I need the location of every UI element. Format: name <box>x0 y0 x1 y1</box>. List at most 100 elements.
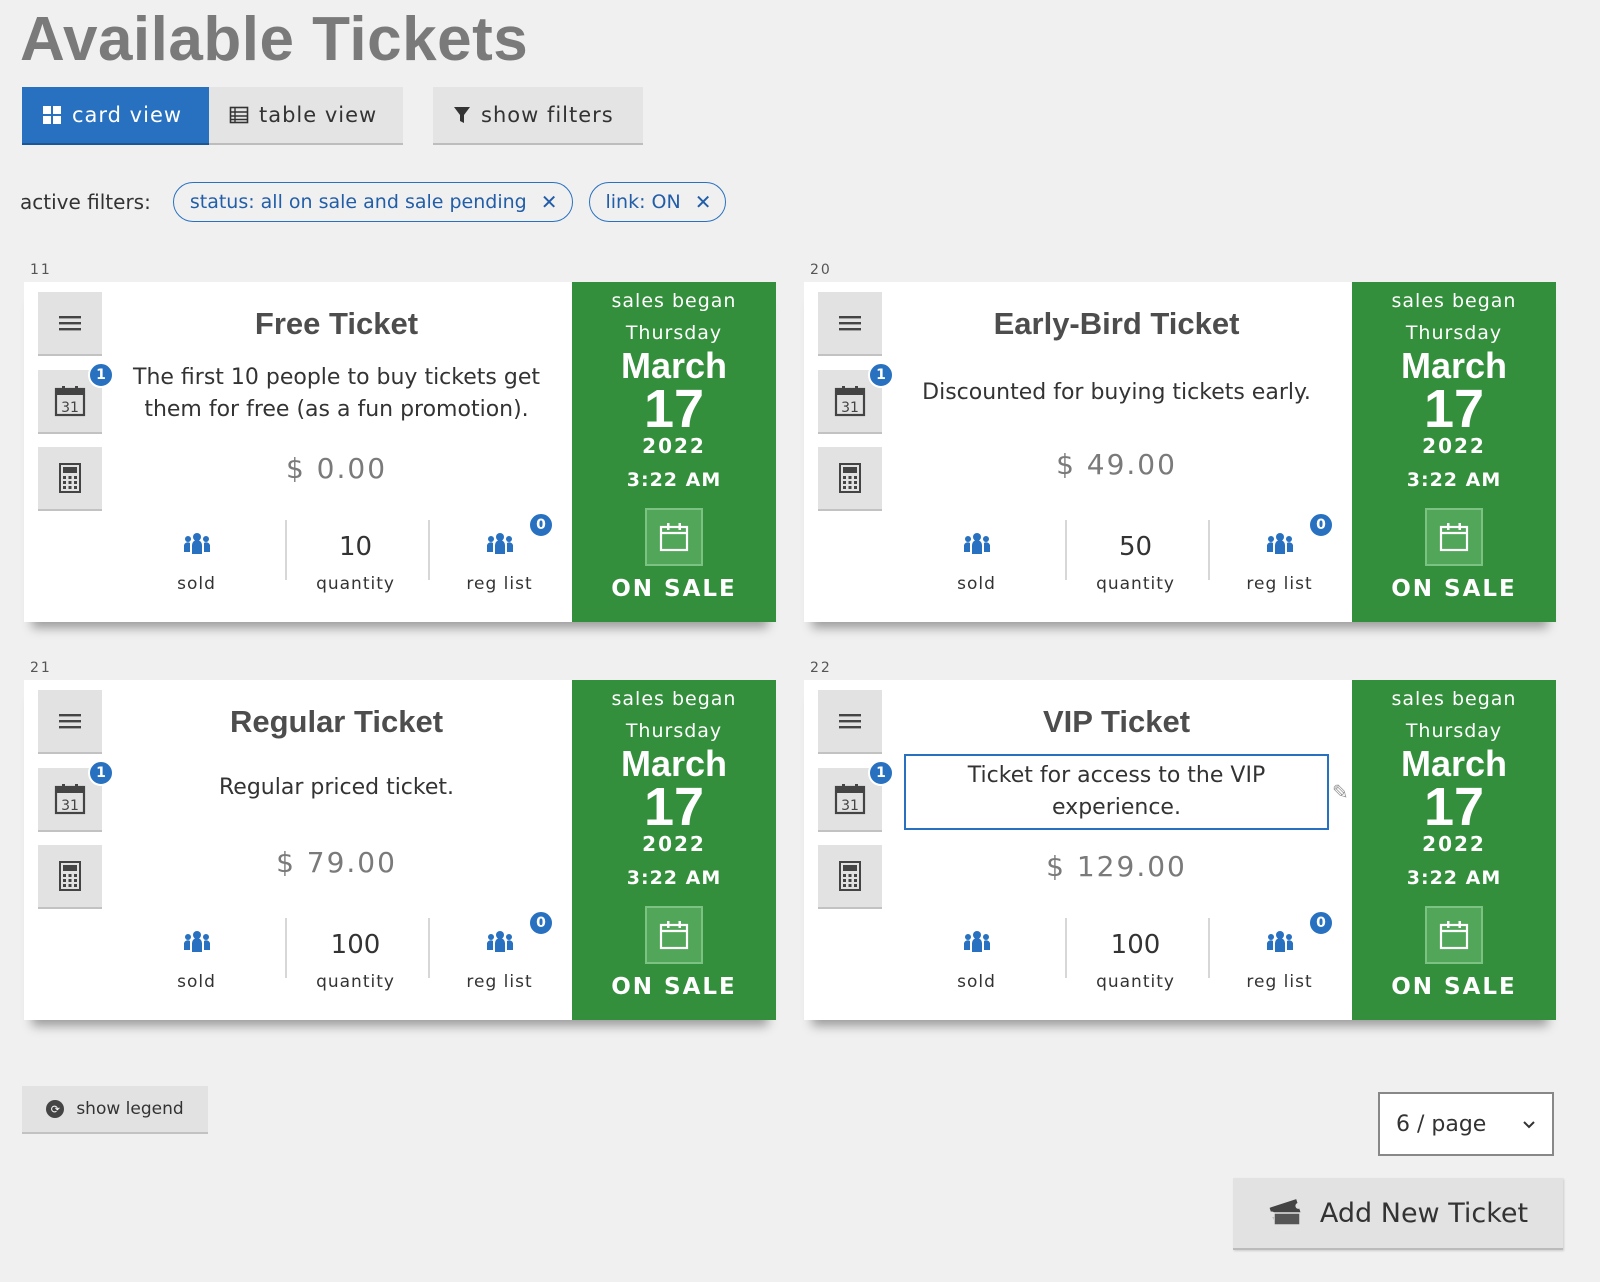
registrations-icon[interactable] <box>486 532 514 563</box>
ticket-description[interactable]: Ticket for access to the VIP experience. <box>904 754 1329 830</box>
registrations-icon[interactable] <box>486 930 514 961</box>
ticket-price[interactable]: $ 49.00 <box>894 448 1339 481</box>
ticket-status: ON SALE <box>611 974 737 1000</box>
ticket-price[interactable]: $ 0.00 <box>114 452 559 485</box>
edit-sale-dates-button[interactable] <box>1425 906 1483 964</box>
stat-sold-label: sold <box>957 574 996 594</box>
sales-date: 17 <box>1423 379 1485 439</box>
people-icon[interactable] <box>963 532 991 563</box>
stat-reg-list: 0 reg list <box>1207 512 1352 610</box>
sales-date: 17 <box>1423 777 1485 837</box>
ticket-price-calculator-button[interactable] <box>38 845 102 909</box>
people-icon[interactable] <box>183 930 211 961</box>
ticket-price[interactable]: $ 129.00 <box>894 850 1339 883</box>
registrations-icon[interactable] <box>1266 930 1294 961</box>
sales-time: 3:22 AM <box>626 469 722 491</box>
chevron-down-icon <box>1522 1115 1536 1134</box>
ticket-id: 20 <box>810 262 832 278</box>
stat-reg-list-label: reg list <box>466 972 533 992</box>
table-view-button[interactable]: table view <box>209 87 403 145</box>
card-view-button[interactable]: card view <box>22 87 209 145</box>
ticket-menu-button[interactable] <box>38 690 102 754</box>
active-filters: active filters: status: all on sale and … <box>20 182 742 222</box>
ticket-description[interactable]: Regular priced ticket. <box>124 772 549 804</box>
sales-day: Thursday <box>1405 720 1503 742</box>
page-title: Available Tickets <box>20 5 529 74</box>
ticket-card-body: 31 1 Regular Ticket Regular priced ticke… <box>24 680 776 1020</box>
add-new-ticket-label: Add New Ticket <box>1319 1197 1529 1229</box>
svg-text:31: 31 <box>61 798 79 814</box>
close-icon[interactable]: ✕ <box>541 190 558 214</box>
reg-list-count-badge: 0 <box>1308 512 1334 538</box>
datetime-count-badge: 1 <box>868 760 894 786</box>
ticket-datetimes-button[interactable]: 31 1 <box>818 362 894 434</box>
registrations-icon[interactable] <box>1266 532 1294 563</box>
show-legend-button[interactable]: ⟳ show legend <box>22 1086 208 1134</box>
ticket-description[interactable]: Discounted for buying tickets early. <box>904 377 1329 409</box>
ticket-description[interactable]: The first 10 people to buy tickets get t… <box>124 362 549 426</box>
stat-reg-list-label: reg list <box>1246 972 1313 992</box>
ticket-price-calculator-button[interactable] <box>38 447 102 511</box>
stat-quantity-label: quantity <box>1096 972 1175 992</box>
ticket-card: 20 31 1 Early-Bird Ticket Discounted for… <box>804 262 1556 647</box>
calculator-icon <box>839 463 861 493</box>
ticket-menu-button[interactable] <box>818 292 882 356</box>
ticket-menu-button[interactable] <box>38 292 102 356</box>
show-filters-button[interactable]: show filters <box>433 87 643 145</box>
people-icon[interactable] <box>183 532 211 563</box>
menu-icon <box>839 316 861 331</box>
svg-text:31: 31 <box>841 798 859 814</box>
calendar-icon <box>659 523 689 552</box>
stat-quantity-label: quantity <box>316 574 395 594</box>
ticket-menu-button[interactable] <box>818 690 882 754</box>
sales-year: 2022 <box>1422 832 1486 856</box>
people-icon[interactable] <box>963 930 991 961</box>
calendar-31-icon: 31 <box>54 386 86 417</box>
sales-day: Thursday <box>625 720 723 742</box>
ticket-name[interactable]: Free Ticket <box>114 306 559 342</box>
ticket-status-panel: sales began Thursday March 17 2022 3:22 … <box>1352 282 1556 622</box>
ticket-quantity[interactable]: 50 <box>1063 520 1208 574</box>
calendar-31-icon: 31 <box>834 784 866 815</box>
ticket-card-body: 31 1 Free Ticket The first 10 people to … <box>24 282 776 622</box>
sales-year: 2022 <box>642 832 706 856</box>
stat-sold-label: sold <box>957 972 996 992</box>
ticket-datetimes-button[interactable]: 31 1 <box>38 362 114 434</box>
grid-icon <box>43 106 61 124</box>
ticket-price-calculator-button[interactable] <box>818 845 882 909</box>
close-icon[interactable]: ✕ <box>695 190 712 214</box>
ticket-name[interactable]: Regular Ticket <box>114 704 559 740</box>
sales-year: 2022 <box>642 434 706 458</box>
ticket-datetimes-button[interactable]: 31 1 <box>38 760 114 832</box>
table-icon <box>229 106 249 124</box>
calendar-icon <box>1439 523 1469 552</box>
ticket-price-calculator-button[interactable] <box>818 447 882 511</box>
edit-sale-dates-button[interactable] <box>1425 508 1483 566</box>
filter-chip-status: status: all on sale and sale pending ✕ <box>172 182 573 222</box>
calculator-icon <box>59 463 81 493</box>
stat-reg-list: 0 reg list <box>427 910 572 1008</box>
edit-sale-dates-button[interactable] <box>645 906 703 964</box>
edit-icon[interactable]: ✎ <box>1332 780 1349 804</box>
ticket-quantity[interactable]: 100 <box>283 918 428 972</box>
calculator-icon <box>839 861 861 891</box>
ticket-details: VIP Ticket Ticket for access to the VIP … <box>894 680 1349 1020</box>
filter-chip-label: status: all on sale and sale pending <box>189 191 527 213</box>
add-new-ticket-button[interactable]: Add New Ticket <box>1233 1178 1563 1250</box>
ticket-name[interactable]: VIP Ticket <box>894 704 1339 740</box>
ticket-card: 22 31 1 VIP Ticket Ticket for access to … <box>804 660 1556 1045</box>
stat-reg-list: 0 reg list <box>1207 910 1352 1008</box>
ticket-datetimes-button[interactable]: 31 1 <box>818 760 894 832</box>
stat-reg-list-label: reg list <box>466 574 533 594</box>
ticket-id: 11 <box>30 262 52 278</box>
ticket-quantity[interactable]: 10 <box>283 520 428 574</box>
ticket-quantity[interactable]: 100 <box>1063 918 1208 972</box>
ticket-name[interactable]: Early-Bird Ticket <box>894 306 1339 342</box>
calendar-31-icon: 31 <box>54 784 86 815</box>
edit-sale-dates-button[interactable] <box>645 508 703 566</box>
menu-icon <box>839 714 861 729</box>
per-page-select[interactable]: 6 / page <box>1378 1092 1554 1156</box>
stat-quantity: 100 quantity <box>1063 918 1208 1008</box>
reg-list-count-badge: 0 <box>528 512 554 538</box>
ticket-price[interactable]: $ 79.00 <box>114 846 559 879</box>
